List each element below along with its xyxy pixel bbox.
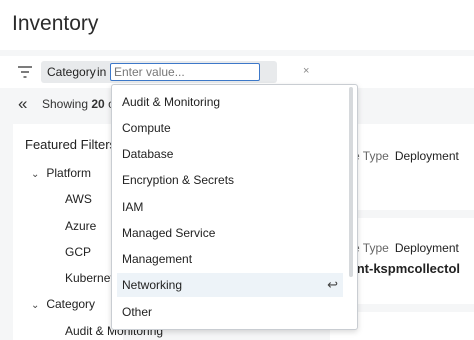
dropdown-option-label: Networking — [122, 278, 183, 292]
category-filter-chip[interactable]: Category in × — [41, 61, 309, 83]
dropdown-option[interactable]: Compute — [117, 116, 343, 140]
dropdown-scrollbar[interactable] — [348, 85, 354, 329]
filter-icon[interactable] — [18, 66, 32, 78]
filter-operator: in — [97, 65, 107, 79]
filter-value-input[interactable] — [110, 63, 260, 81]
filter-group-label: Category — [46, 297, 96, 311]
filter-option-aws[interactable]: AWS — [65, 192, 92, 206]
category-value-dropdown[interactable]: Audit & Monitoring Compute Database Encr… — [111, 84, 358, 330]
results-count-text: Showing 20 of — [42, 97, 118, 111]
dropdown-option-highlighted[interactable]: Networking ↩ — [117, 273, 343, 297]
dropdown-option[interactable]: Database — [117, 142, 343, 166]
meta-value: Deployment — [394, 241, 459, 255]
enter-key-icon: ↩ — [327, 277, 338, 292]
meta-value: Deployment — [394, 149, 459, 163]
showing-count: 20 — [91, 97, 105, 111]
dropdown-option[interactable]: Other — [117, 300, 343, 324]
filter-option-azure[interactable]: Azure — [65, 219, 96, 233]
filter-key: Category — [47, 65, 96, 79]
page-header: Inventory — [0, 0, 474, 50]
dropdown-option[interactable]: IAM — [117, 195, 343, 219]
scrollbar-thumb[interactable] — [349, 87, 353, 277]
resource-type-meta: rce Type Deployment — [343, 149, 459, 163]
filter-group-category[interactable]: ⌄ Category — [31, 297, 95, 311]
filter-group-label: Platform — [46, 166, 92, 180]
page-title: Inventory — [12, 12, 99, 35]
collapse-panel-icon[interactable]: « — [18, 95, 27, 112]
filter-option-kubernetes[interactable]: Kuberneti — [65, 271, 116, 285]
dropdown-option[interactable]: Managed Service — [117, 221, 343, 245]
showing-prefix: Showing — [42, 97, 89, 111]
filter-group-platform[interactable]: ⌄ Platform — [31, 166, 91, 180]
dropdown-option[interactable]: Audit & Monitoring — [117, 90, 343, 114]
dropdown-option[interactable]: Encryption & Secrets — [117, 168, 343, 192]
clear-icon[interactable]: × — [303, 65, 309, 77]
chevron-down-icon: ⌄ — [31, 169, 40, 180]
dropdown-option[interactable]: Management — [117, 247, 343, 271]
featured-filters-panel: Featured Filters ⌄ Platform AWS Azure GC… — [13, 124, 163, 340]
filter-option-gcp[interactable]: GCP — [65, 245, 91, 259]
resource-type-meta: rce Type Deployment — [343, 241, 459, 255]
featured-filters-title: Featured Filters — [25, 137, 117, 152]
chevron-down-icon: ⌄ — [31, 300, 40, 311]
